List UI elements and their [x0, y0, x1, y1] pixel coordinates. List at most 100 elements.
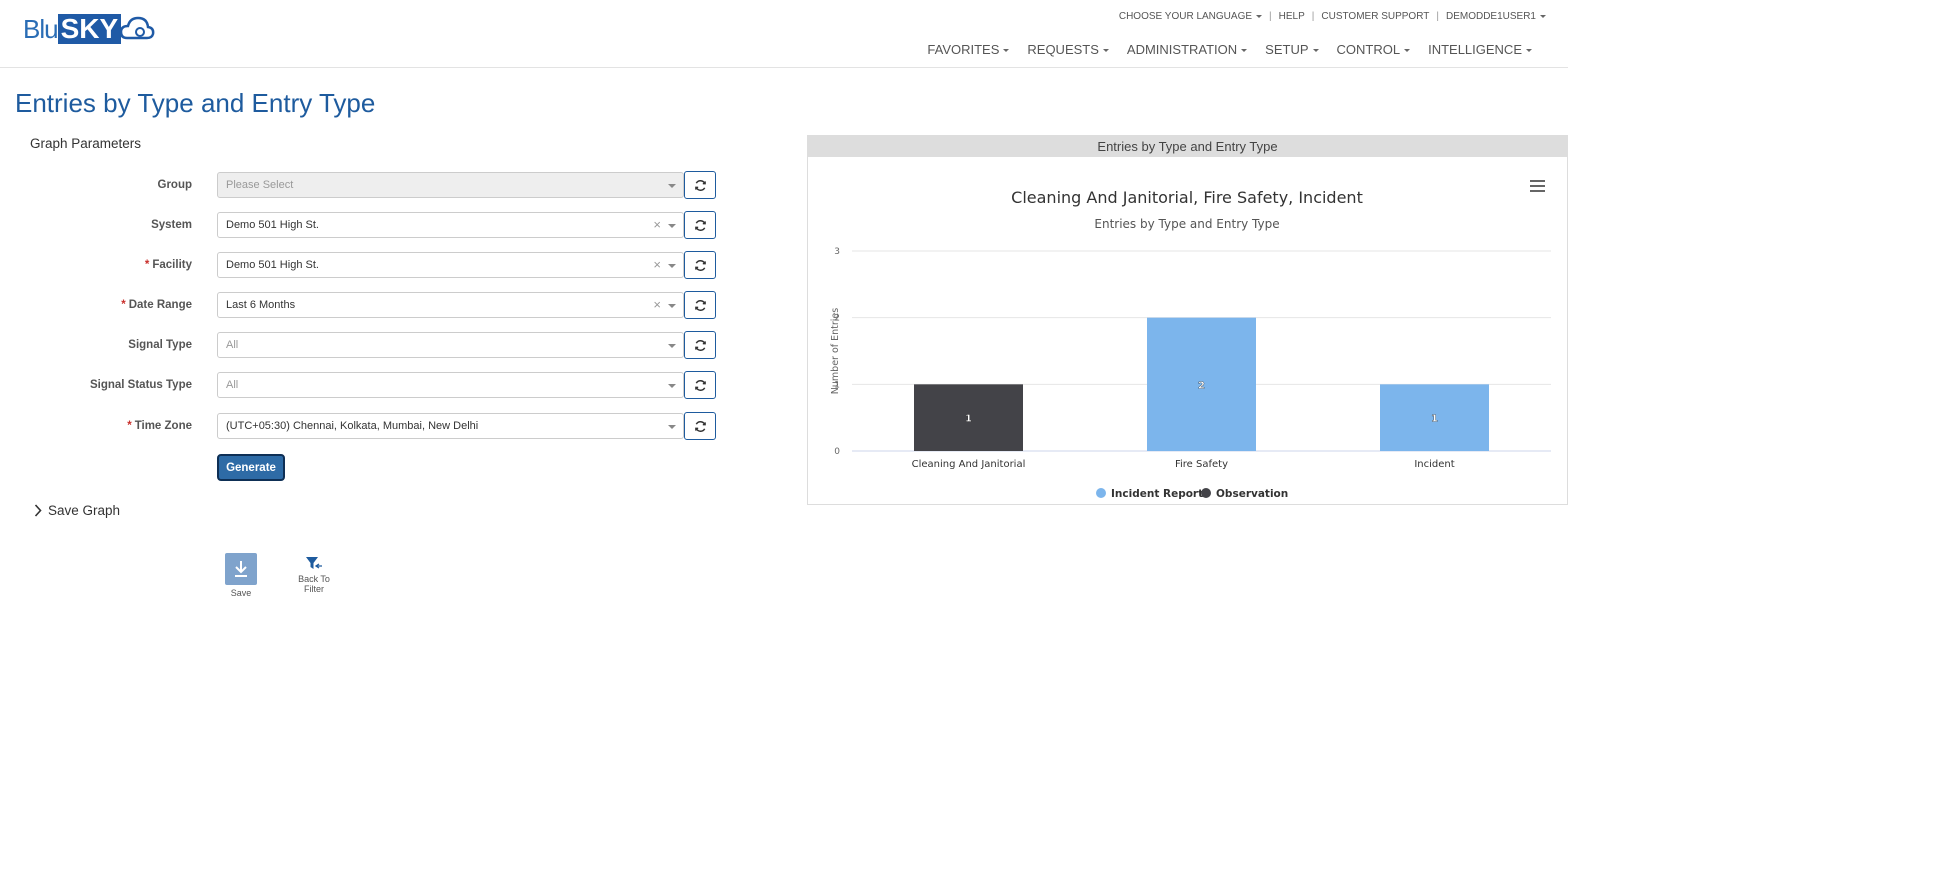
user-menu[interactable]: DEMODDE1USER1	[1446, 11, 1546, 22]
select-system[interactable]: Demo 501 High St. ×	[217, 212, 684, 238]
field-label: Group	[158, 179, 193, 191]
dropdown-arrow-icon[interactable]	[668, 304, 676, 308]
select-value: All	[226, 339, 239, 351]
x-tick-label: Cleaning And Janitorial	[912, 459, 1026, 470]
nav-setup[interactable]: SETUP	[1265, 42, 1319, 57]
nav-requests[interactable]: REQUESTS	[1027, 42, 1109, 57]
help-link[interactable]: HELP	[1279, 11, 1305, 22]
dropdown-arrow-icon[interactable]	[668, 384, 676, 388]
form-row: System Demo 501 High St. ×	[0, 211, 720, 240]
refresh-icon	[694, 339, 706, 351]
save-graph-toggle[interactable]: Save Graph	[34, 503, 120, 518]
field-label: Signal Type	[128, 339, 192, 351]
nav-control[interactable]: CONTROL	[1337, 42, 1411, 57]
dropdown-arrow-icon[interactable]	[668, 344, 676, 348]
refresh-button[interactable]	[684, 251, 716, 279]
refresh-button[interactable]	[684, 371, 716, 399]
cloud-icon	[119, 16, 155, 40]
caret-down-icon	[1256, 14, 1263, 18]
refresh-icon	[694, 259, 706, 271]
select-signal-type[interactable]: All	[217, 332, 684, 358]
caret-down-icon	[1526, 49, 1532, 53]
data-label: 1	[965, 414, 972, 425]
field-label: * Time Zone	[127, 420, 192, 432]
main-nav: FAVORITES REQUESTS ADMINISTRATION SETUP …	[927, 42, 1532, 57]
save-tool[interactable]: Save	[224, 553, 258, 598]
select-value: All	[226, 379, 239, 391]
select-value: Demo 501 High St.	[226, 219, 319, 231]
top-links: CHOOSE YOUR LANGUAGE | HELP | CUSTOMER S…	[1119, 11, 1546, 22]
clear-icon[interactable]: ×	[653, 213, 661, 237]
field-label-text: Facility	[152, 259, 192, 271]
nav-favorites[interactable]: FAVORITES	[927, 42, 1010, 57]
field-label: Signal Status Type	[90, 379, 192, 391]
select-date-range[interactable]: Last 6 Months ×	[217, 292, 684, 318]
legend-item: Incident Report	[1111, 488, 1203, 500]
nav-label: CONTROL	[1336, 42, 1401, 57]
select-signal-status-type[interactable]: All	[217, 372, 684, 398]
form-row: Signal Status Type All	[0, 371, 720, 400]
select-value: Last 6 Months	[226, 299, 296, 311]
user-name: DEMODDE1USER1	[1445, 11, 1536, 22]
caret-down-icon	[1003, 49, 1010, 53]
field-label-text: Signal Status Type	[89, 379, 192, 391]
legend-marker	[1201, 488, 1211, 498]
page-title: Entries by Type and Entry Type	[15, 88, 376, 118]
select-value: Please Select	[226, 179, 294, 191]
data-label: 1	[1431, 414, 1438, 425]
refresh-icon	[694, 299, 706, 311]
nav-label: INTELLIGENCE	[1428, 42, 1522, 57]
select-facility[interactable]: Demo 501 High St. ×	[217, 252, 684, 278]
select-time-zone[interactable]: (UTC+05:30) Chennai, Kolkata, Mumbai, Ne…	[217, 413, 684, 439]
bluesky-logo[interactable]: Blu SKY	[23, 14, 155, 44]
app-header: Blu SKY CHOOSE YOUR LANGUAGE | HELP | CU…	[0, 0, 1568, 68]
clear-icon[interactable]: ×	[653, 253, 661, 277]
form-row: * Time Zone (UTC+05:30) Chennai, Kolkata, …	[0, 412, 720, 441]
nav-intelligence[interactable]: INTELLIGENCE	[1428, 42, 1532, 57]
field-label: * Date Range	[121, 299, 192, 311]
language-menu[interactable]: CHOOSE YOUR LANGUAGE	[1119, 11, 1263, 22]
refresh-button[interactable]	[684, 291, 716, 319]
chart-subtitle: Entries by Type and Entry Type	[1094, 217, 1279, 231]
download-icon	[225, 553, 257, 585]
field-label-text: Group	[157, 179, 193, 191]
separator: |	[1311, 11, 1315, 22]
refresh-icon	[694, 219, 706, 231]
dropdown-arrow-icon[interactable]	[668, 224, 676, 228]
required-asterisk: *	[144, 259, 150, 271]
field-label-text: Time Zone	[134, 420, 192, 432]
chevron-right-icon	[34, 504, 42, 517]
select-value: Demo 501 High St.	[226, 259, 319, 271]
dropdown-arrow-icon[interactable]	[668, 264, 676, 268]
nav-administration[interactable]: ADMINISTRATION	[1127, 42, 1248, 57]
y-tick-label: 0	[834, 447, 840, 457]
required-asterisk: *	[127, 420, 132, 432]
refresh-button[interactable]	[684, 171, 716, 199]
separator: |	[1436, 11, 1439, 22]
refresh-button[interactable]	[684, 331, 716, 359]
separator: |	[1269, 11, 1272, 22]
dropdown-arrow-icon[interactable]	[668, 184, 676, 188]
nav-label: REQUESTS	[1027, 42, 1099, 57]
select-group[interactable]: Please Select	[217, 172, 684, 198]
legend-item: Observation	[1216, 488, 1288, 500]
customer-support-link[interactable]: CUSTOMER SUPPORT	[1321, 11, 1429, 22]
logo-text-right: SKY	[57, 14, 122, 44]
nav-label: SETUP	[1265, 42, 1309, 57]
x-tick-label: Fire Safety	[1175, 459, 1228, 470]
chart-panel-header: Entries by Type and Entry Type	[808, 136, 1567, 157]
field-label: System	[151, 219, 192, 231]
generate-button[interactable]: Generate	[217, 454, 285, 481]
caret-down-icon	[1312, 49, 1319, 53]
form-row: * Date Range Last 6 Months ×	[0, 291, 720, 320]
dropdown-arrow-icon[interactable]	[668, 425, 676, 429]
back-to-filter-tool[interactable]: Back To Filter	[294, 556, 334, 594]
field-label-text: System	[151, 219, 192, 231]
y-tick-label: 3	[834, 247, 840, 257]
y-axis-label: Number of Entries	[830, 308, 841, 394]
clear-icon[interactable]: ×	[653, 293, 661, 317]
refresh-button[interactable]	[684, 211, 716, 239]
nav-label: FAVORITES	[927, 42, 1000, 57]
select-value: (UTC+05:30) Chennai, Kolkata, Mumbai, Ne…	[226, 420, 479, 432]
refresh-button[interactable]	[684, 412, 716, 440]
